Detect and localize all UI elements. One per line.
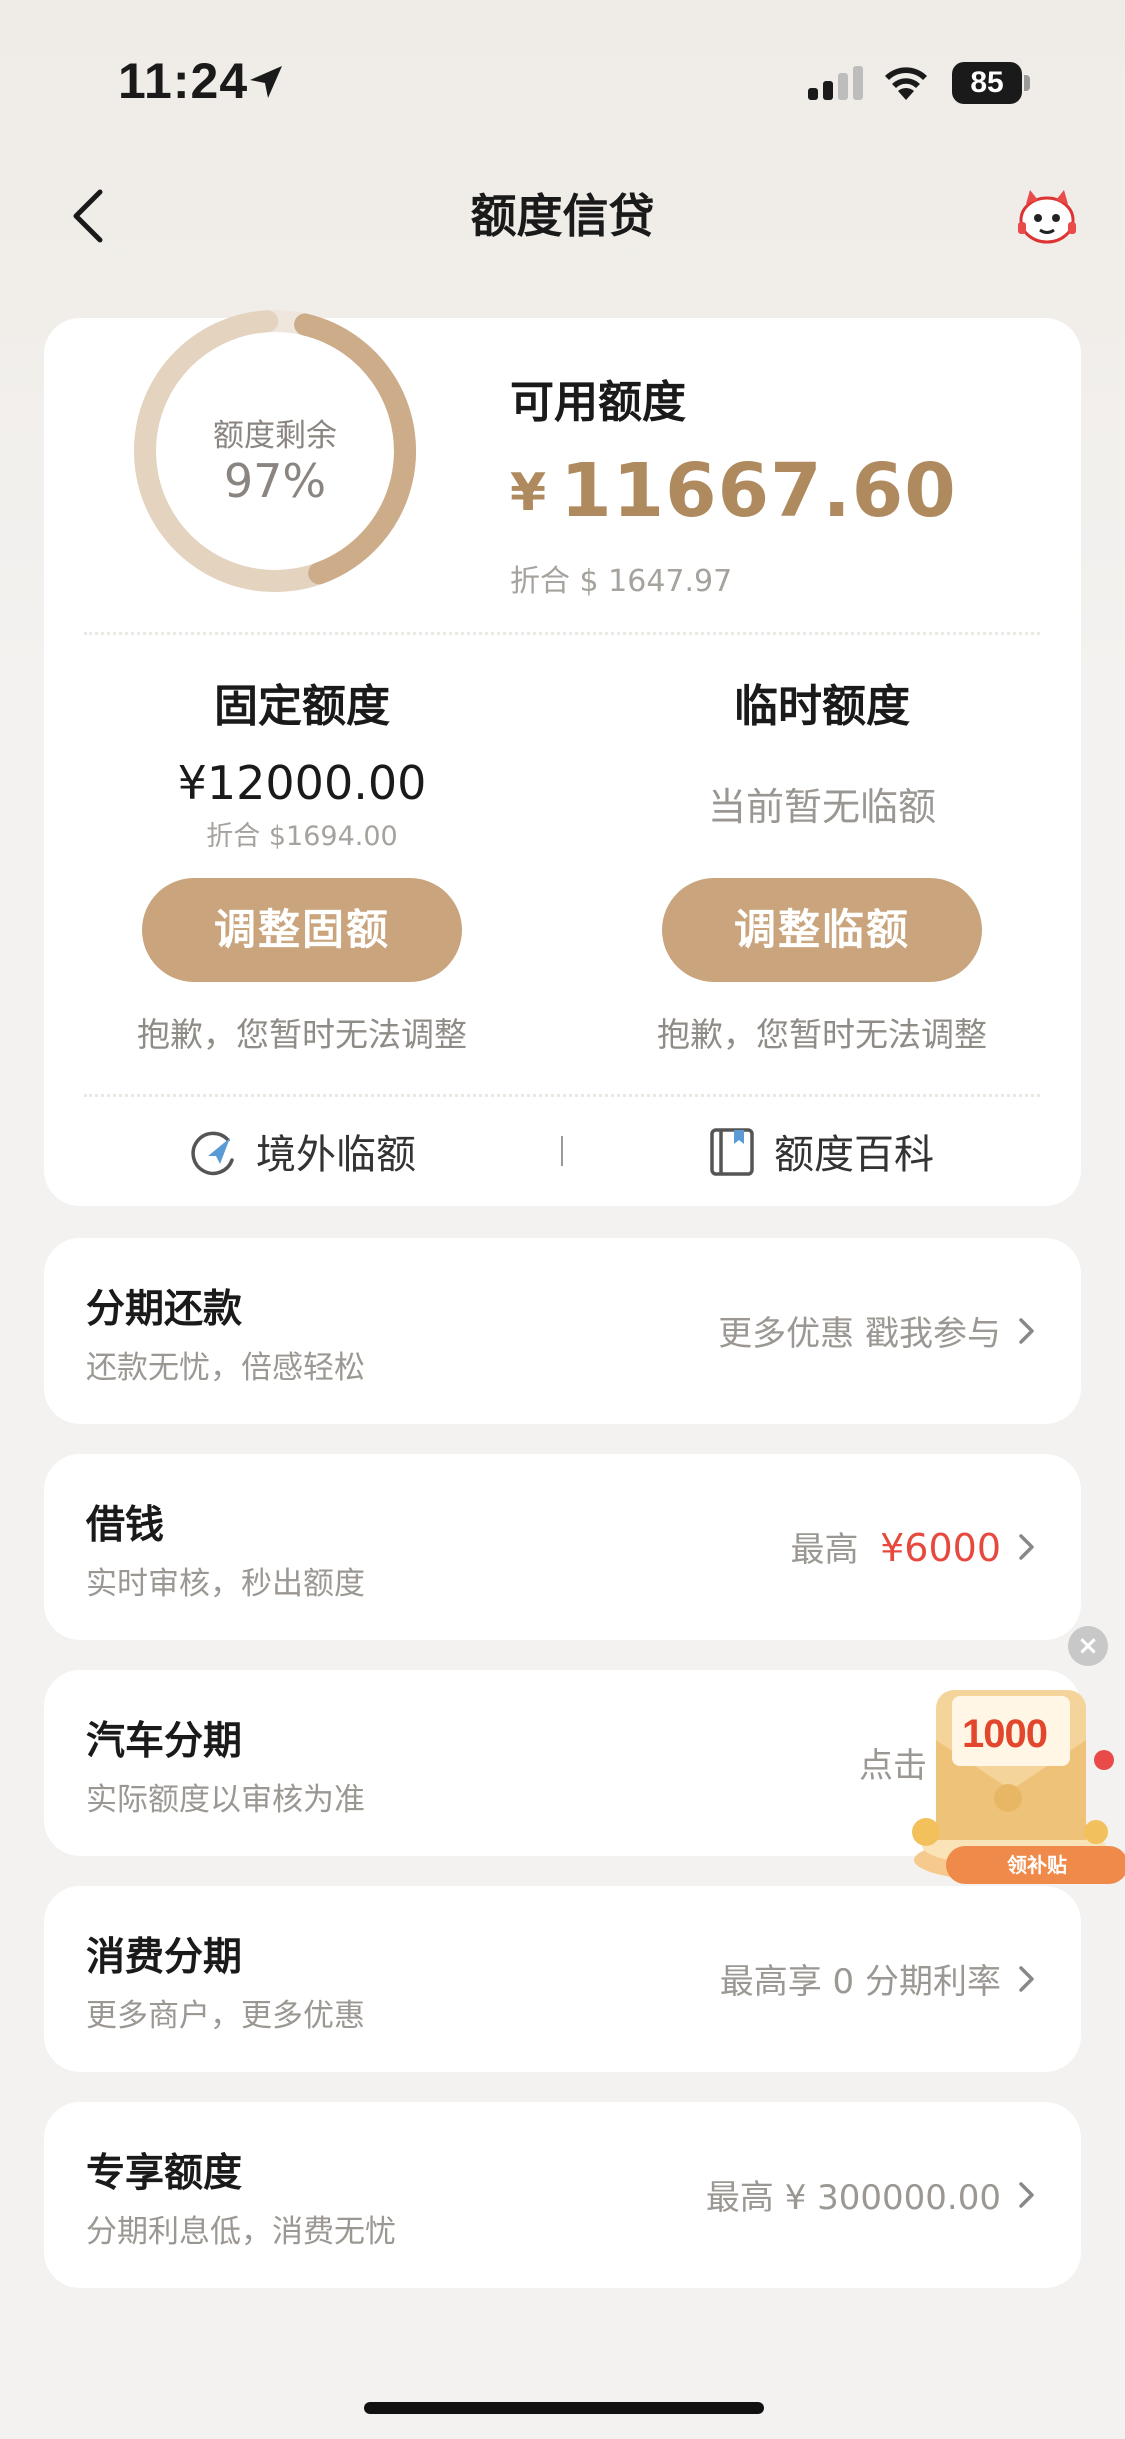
list-item-installment-repay[interactable]: 分期还款 还款无忧，倍感轻松 更多优惠 戳我参与	[44, 1238, 1081, 1424]
available-amount-value: 11667.60	[560, 448, 957, 534]
divider	[84, 632, 1040, 635]
status-bar: 11:24 85	[0, 0, 1125, 140]
mascot-avatar-icon[interactable]	[1012, 186, 1082, 246]
cellular-signal-icon	[808, 66, 863, 100]
chevron-right-icon	[1019, 2182, 1034, 2208]
promo-amount: 1000	[962, 1712, 1048, 1756]
page: 11:24 85 额度信贷 额度剩余 97% 可用额度 ¥ 11667.60 折…	[0, 0, 1125, 2439]
max-prefix: 最高	[790, 1530, 859, 1570]
fixed-quota-section: 固定额度 ¥12000.00 折合 $1694.00	[42, 670, 562, 853]
chevron-right-icon	[1019, 1318, 1034, 1344]
home-indicator[interactable]	[364, 2402, 764, 2414]
row-title: 分期还款	[86, 1287, 243, 1332]
available-usd-equivalent: 折合 $ 1647.97	[510, 564, 733, 599]
battery-indicator: 85	[952, 62, 1030, 104]
link-separator	[561, 1136, 563, 1166]
temp-quota-note: 抱歉，您暂时无法调整	[657, 1015, 987, 1054]
list-item-exclusive-quota[interactable]: 专享额度 分期利息低，消费无忧 最高 ¥ 300000.00	[44, 2102, 1081, 2288]
battery-level: 85	[970, 66, 1004, 99]
temp-quota-title: 临时额度	[734, 681, 910, 732]
available-credit-label: 可用额度	[510, 377, 686, 428]
row-subtitle: 实际额度以审核为准	[86, 1782, 365, 1818]
temp-quota-section: 临时额度 当前暂无临额	[562, 670, 1082, 831]
row-title: 专享额度	[86, 2151, 243, 2196]
row-title: 消费分期	[86, 1935, 243, 1980]
location-arrow-icon	[250, 66, 282, 98]
book-icon	[710, 1128, 754, 1176]
row-title: 借钱	[86, 1503, 165, 1548]
adjust-temp-quota-button[interactable]: 调整临额	[662, 878, 982, 982]
currency-symbol: ¥	[510, 463, 547, 523]
status-time: 11:24	[118, 53, 249, 109]
row-subtitle: 更多商户，更多优惠	[86, 1998, 365, 2034]
row-promo-text: 最高享 0 分期利率	[719, 1962, 1001, 2002]
available-credit-amount: ¥11667.60	[510, 448, 957, 534]
overseas-temp-quota-link[interactable]: 境外临额	[256, 1122, 416, 1180]
list-item-consumer-installment[interactable]: 消费分期 更多商户，更多优惠 最高享 0 分期利率	[44, 1886, 1081, 2072]
row-subtitle: 还款无忧，倍感轻松	[86, 1350, 365, 1386]
fixed-quota-amount: ¥12000.00	[177, 756, 427, 810]
max-amount-highlight: ¥6000	[880, 1526, 1001, 1570]
ring-percent: 97%	[223, 454, 327, 508]
temp-quota-status: 当前暂无临额	[707, 785, 936, 829]
overseas-plane-icon	[191, 1131, 234, 1176]
wifi-icon	[885, 67, 927, 100]
row-max-amount: 最高 ¥6000	[790, 1522, 1001, 1571]
page-title: 额度信贷	[470, 189, 655, 243]
close-promo-button[interactable]: ×	[1068, 1626, 1108, 1666]
chevron-right-icon	[1019, 1534, 1034, 1560]
fixed-quota-note: 抱歉，您暂时无法调整	[137, 1015, 467, 1054]
divider	[84, 1094, 1040, 1097]
row-promo-text: 更多优惠 戳我参与	[718, 1314, 1001, 1354]
fixed-quota-title: 固定额度	[214, 681, 390, 732]
row-title: 汽车分期	[86, 1719, 243, 1764]
quota-wiki-link[interactable]: 额度百科	[774, 1122, 934, 1180]
battery-cap	[1024, 75, 1030, 91]
promo-tag-label[interactable]: 领补贴	[946, 1846, 1125, 1884]
adjust-fixed-quota-button[interactable]: 调整固额	[142, 878, 462, 982]
row-subtitle: 实时审核，秒出额度	[86, 1566, 365, 1602]
row-subtitle: 分期利息低，消费无忧	[86, 2214, 396, 2250]
fixed-quota-usd: 折合 $1694.00	[206, 821, 398, 852]
row-max-amount: 最高 ¥ 300000.00	[705, 2178, 1001, 2218]
ring-label: 额度剩余	[213, 418, 337, 454]
chevron-right-icon	[1019, 1966, 1034, 1992]
list-item-borrow[interactable]: 借钱 实时审核，秒出额度 最高 ¥6000	[44, 1454, 1081, 1640]
